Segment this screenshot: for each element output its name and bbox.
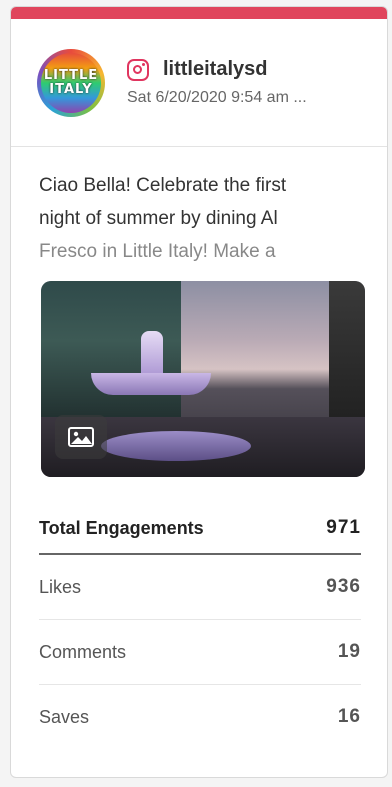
stat-row-comments: Comments 19 <box>39 620 361 685</box>
avatar-text-line2: ITALY <box>49 81 93 97</box>
stat-value: 16 <box>337 706 361 727</box>
post-timestamp: Sat 6/20/2020 9:54 am ... <box>127 89 307 106</box>
post-photo[interactable] <box>41 281 365 477</box>
instagram-icon <box>127 58 149 81</box>
stat-label: Saves <box>39 706 90 727</box>
stat-row-likes: Likes 936 <box>39 555 361 620</box>
avatar-logo: LITTLE ITALY <box>41 52 101 113</box>
stat-value: 971 <box>326 517 361 538</box>
image-icon <box>55 415 107 459</box>
stat-row-saves: Saves 16 <box>39 685 361 749</box>
post-caption: Ciao Bella! Celebrate the first night of… <box>11 147 387 281</box>
header-text: littleitalysd Sat 6/20/2020 9:54 am ... <box>127 58 307 107</box>
caption-line: night of summer by dining Al <box>39 208 278 229</box>
handle-row: littleitalysd <box>127 58 307 81</box>
post-card[interactable]: LITTLE ITALY littleitalysd Sat 6/20/2020… <box>10 6 388 778</box>
account-handle[interactable]: littleitalysd <box>163 58 267 81</box>
stat-value: 19 <box>337 641 361 662</box>
post-header: LITTLE ITALY littleitalysd Sat 6/20/2020… <box>11 19 387 147</box>
caption-line: Ciao Bella! Celebrate the first <box>39 175 287 196</box>
stat-label: Total Engagements <box>39 517 204 538</box>
stat-value: 936 <box>326 576 361 597</box>
engagement-stats: Total Engagements 971 Likes 936 Comments… <box>11 477 387 749</box>
stat-label: Comments <box>39 641 127 662</box>
stat-label: Likes <box>39 576 82 597</box>
caption-line: Fresco in Little Italy! Make a <box>39 241 276 262</box>
avatar-text-line1: LITTLE <box>43 67 99 83</box>
accent-bar <box>11 7 387 19</box>
stat-row-total: Total Engagements 971 <box>39 503 361 555</box>
avatar[interactable]: LITTLE ITALY <box>37 48 105 117</box>
